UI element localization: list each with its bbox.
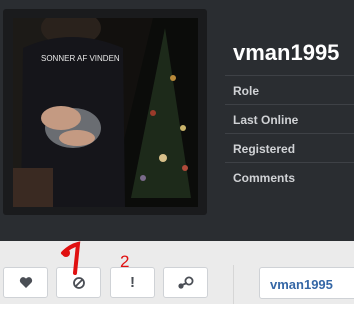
info-row-comments: Comments xyxy=(225,162,354,192)
heart-icon xyxy=(19,277,32,288)
bottom-strip xyxy=(0,304,354,312)
annotation-1-mark xyxy=(61,241,81,275)
username-button[interactable]: vman1995 xyxy=(259,267,354,299)
info-row-role: Role xyxy=(225,75,354,105)
avatar-photo: SONNER AF VINDEN xyxy=(13,18,198,207)
profile-header: SONNER AF VINDEN vman1995 Role Last Onli… xyxy=(0,0,354,241)
info-row-registered: Registered xyxy=(225,133,354,163)
info-label-comments: Comments xyxy=(233,171,296,185)
info-label-last-online: Last Online xyxy=(233,113,299,127)
avatar[interactable]: SONNER AF VINDEN xyxy=(13,18,198,207)
favorite-button[interactable] xyxy=(3,267,48,298)
info-row-last-online: Last Online xyxy=(225,104,354,134)
annotation-2-label: 2 xyxy=(120,252,130,271)
info-label-role: Role xyxy=(233,84,260,98)
report-button[interactable]: ! xyxy=(110,267,155,298)
steam-icon xyxy=(177,276,193,289)
steam-profile-button[interactable] xyxy=(163,267,208,298)
profile-username: vman1995 xyxy=(233,40,340,65)
svg-text:SONNER AF VINDEN: SONNER AF VINDEN xyxy=(41,54,120,63)
info-label-registered: Registered xyxy=(233,142,296,156)
report-icon: ! xyxy=(130,274,135,291)
